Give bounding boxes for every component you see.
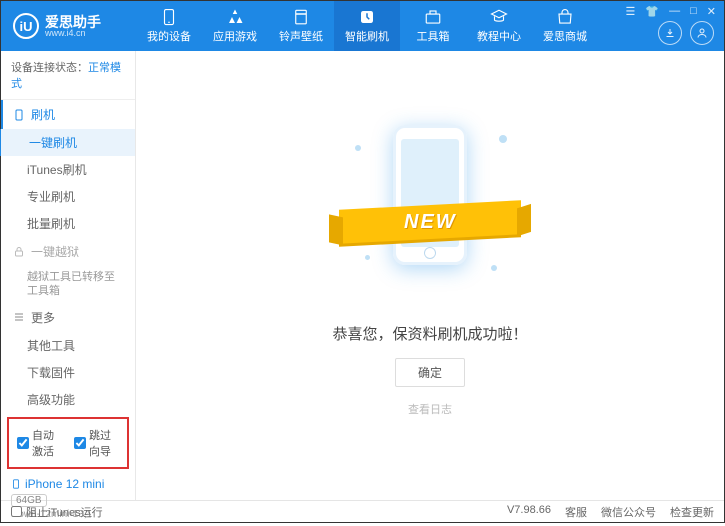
connection-status: 设备连接状态：正常模式	[1, 51, 135, 100]
nav-label: 铃声壁纸	[279, 28, 323, 44]
lock-icon	[13, 246, 25, 258]
checkbox-skip-setup[interactable]: 跳过向导	[74, 427, 119, 459]
store-icon	[556, 8, 574, 26]
toolbox-icon	[424, 8, 442, 26]
nav-label: 应用游戏	[213, 28, 257, 44]
checkbox-label: 跳过向导	[89, 427, 119, 459]
apps-icon	[226, 8, 244, 26]
checkbox-block-itunes[interactable]: 阻止iTunes运行	[11, 504, 103, 520]
wechat-link[interactable]: 微信公众号	[601, 504, 656, 520]
ringtone-icon	[292, 8, 310, 26]
nav-label: 爱思商城	[543, 28, 587, 44]
nav-tutorials[interactable]: 教程中心	[466, 1, 532, 51]
device-name: iPhone 12 mini	[11, 477, 125, 491]
nav-store[interactable]: 爱思商城	[532, 1, 598, 51]
menu-icon[interactable]: ☰	[626, 5, 636, 18]
group-label: 刷机	[31, 106, 55, 123]
sidebar-item-itunes-flash[interactable]: iTunes刷机	[1, 156, 135, 183]
sidebar: 设备连接状态：正常模式 刷机 一键刷机 iTunes刷机 专业刷机 批量刷机 一…	[1, 51, 136, 500]
sidebar-item-batch-flash[interactable]: 批量刷机	[1, 210, 135, 237]
skip-setup-input[interactable]	[74, 437, 86, 449]
check-update-link[interactable]: 检查更新	[670, 504, 714, 520]
main-content: NEW 恭喜您，保资料刷机成功啦！ 确定 查看日志	[136, 51, 724, 500]
success-message: 恭喜您，保资料刷机成功啦！	[332, 323, 527, 344]
view-log-link[interactable]: 查看日志	[408, 401, 452, 417]
brand-url: www.i4.cn	[45, 29, 101, 38]
sidebar-item-download-firmware[interactable]: 下载固件	[1, 359, 135, 386]
titlebar: iU 爱思助手 www.i4.cn 我的设备 应用游戏 铃声壁纸 智能刷机 工具…	[1, 1, 724, 51]
skin-icon[interactable]: 👕	[645, 5, 659, 18]
sidebar-item-oneclick-flash[interactable]: 一键刷机	[0, 129, 135, 156]
group-label: 更多	[31, 309, 55, 326]
close-icon[interactable]: ✕	[707, 5, 716, 18]
auto-activate-input[interactable]	[17, 437, 29, 449]
checkbox-label: 阻止iTunes运行	[26, 504, 103, 520]
version-text: V7.98.66	[507, 504, 551, 520]
download-button[interactable]	[658, 21, 682, 45]
app-logo-icon: iU	[13, 13, 39, 39]
ok-button[interactable]: 确定	[395, 358, 465, 387]
device-phone-icon	[11, 477, 21, 491]
sidebar-group-jailbreak: 一键越狱	[1, 237, 135, 266]
logo-area: iU 爱思助手 www.i4.cn	[1, 13, 136, 39]
sidebar-item-other-tools[interactable]: 其他工具	[1, 332, 135, 359]
flash-icon	[358, 8, 376, 26]
nav-label: 教程中心	[477, 28, 521, 44]
nav-ringtone-wallpaper[interactable]: 铃声壁纸	[268, 1, 334, 51]
nav-label: 我的设备	[147, 28, 191, 44]
block-itunes-input[interactable]	[11, 506, 22, 517]
more-icon	[13, 311, 25, 323]
checkbox-auto-activate[interactable]: 自动激活	[17, 427, 62, 459]
window-controls: ☰ 👕 — □ ✕	[626, 1, 724, 18]
sidebar-group-more[interactable]: 更多	[1, 303, 135, 332]
new-ribbon: NEW	[339, 200, 521, 244]
maximize-icon[interactable]: □	[690, 5, 697, 17]
support-link[interactable]: 客服	[565, 504, 587, 520]
main-nav: 我的设备 应用游戏 铃声壁纸 智能刷机 工具箱 教程中心 爱思商城	[136, 1, 626, 51]
sidebar-item-advanced[interactable]: 高级功能	[1, 386, 135, 413]
phone-icon	[160, 8, 178, 26]
jailbreak-note: 越狱工具已转移至工具箱	[1, 266, 135, 303]
group-label: 一键越狱	[31, 243, 79, 260]
conn-label: 设备连接状态：	[11, 62, 88, 74]
device-name-text: iPhone 12 mini	[25, 477, 104, 491]
phone-graphic	[393, 125, 467, 265]
success-illustration: NEW	[345, 105, 515, 305]
nav-label: 智能刷机	[345, 28, 389, 44]
user-button[interactable]	[690, 21, 714, 45]
phone-small-icon	[13, 109, 25, 121]
sidebar-group-flash[interactable]: 刷机	[1, 100, 135, 129]
nav-toolbox[interactable]: 工具箱	[400, 1, 466, 51]
ribbon-text: NEW	[404, 210, 457, 233]
flash-options-highlight: 自动激活 跳过向导	[7, 417, 129, 469]
tutorial-icon	[490, 8, 508, 26]
sidebar-item-pro-flash[interactable]: 专业刷机	[1, 183, 135, 210]
brand-name: 爱思助手	[45, 15, 101, 29]
nav-my-device[interactable]: 我的设备	[136, 1, 202, 51]
checkbox-label: 自动激活	[32, 427, 62, 459]
nav-smart-flash[interactable]: 智能刷机	[334, 1, 400, 51]
nav-apps-games[interactable]: 应用游戏	[202, 1, 268, 51]
minimize-icon[interactable]: —	[669, 5, 680, 17]
nav-label: 工具箱	[417, 28, 450, 44]
